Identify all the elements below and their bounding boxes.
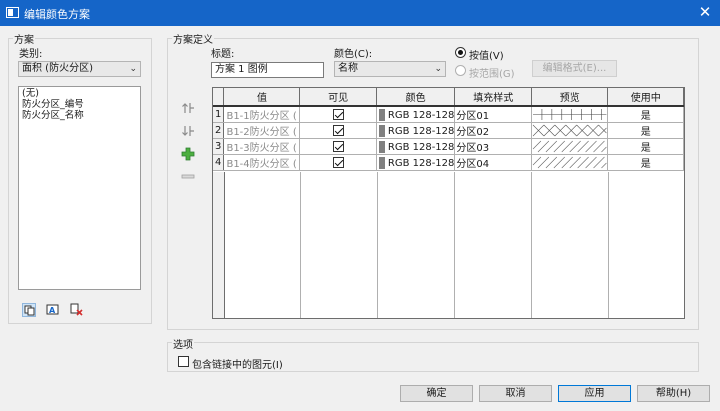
visible-cell (299, 106, 377, 123)
chevron-down-icon: ⌄ (434, 64, 442, 74)
color-cell[interactable]: RGB 128-128 (376, 122, 456, 139)
color-value: RGB 128-128 (387, 141, 455, 153)
window-title: 编辑颜色方案 (24, 8, 90, 21)
column-header-value[interactable]: 值 (223, 88, 301, 107)
row-number[interactable]: 4 (213, 154, 225, 171)
edit-format-button[interactable]: 编辑格式(E)... (532, 60, 617, 77)
preview-cell (531, 154, 609, 171)
scheme-definition-label: 方案定义 (172, 31, 214, 46)
color-cell[interactable]: RGB 128-128 (376, 106, 456, 123)
row-number[interactable]: 3 (213, 138, 225, 155)
row-number[interactable]: 2 (213, 122, 225, 139)
by-range-label[interactable]: 按范围(G) (469, 65, 515, 80)
window-app-icon (6, 7, 19, 18)
column-header-fill-pattern[interactable]: 填充样式 (454, 88, 533, 107)
move-up-icon[interactable] (181, 101, 195, 115)
fill-pattern-cell[interactable]: 分区01 (454, 106, 533, 123)
category-dropdown-value: 面积 (防火分区) (22, 63, 93, 74)
column-header-color[interactable]: 颜色 (376, 88, 456, 107)
visible-cell (299, 154, 377, 171)
visible-cell (299, 138, 377, 155)
preview-diagonal-pattern (532, 140, 607, 153)
in-use-cell: 是 (607, 154, 684, 171)
grid-column-lines (213, 172, 684, 318)
in-use-cell: 是 (607, 122, 684, 139)
color-swatch (378, 140, 385, 153)
column-header-in-use[interactable]: 使用中 (607, 88, 684, 107)
visible-checkbox[interactable] (332, 156, 344, 168)
include-linked-checkbox[interactable] (178, 356, 189, 367)
fill-pattern-cell[interactable]: 分区04 (454, 154, 533, 171)
include-linked-label[interactable]: 包含链接中的图元(I) (192, 356, 283, 371)
rename-scheme-icon[interactable]: A (46, 303, 60, 317)
table-row[interactable]: 1 B1-1防火分区 ( RGB 128-128 分区01 是 (213, 106, 684, 123)
color-value: RGB 128-128 (387, 109, 455, 121)
color-swatch (378, 108, 385, 121)
options-group-label: 选项 (172, 336, 194, 351)
row-number[interactable]: 1 (213, 106, 225, 123)
duplicate-scheme-icon[interactable] (22, 303, 36, 317)
color-swatch (378, 124, 385, 137)
visible-checkbox[interactable] (332, 124, 344, 136)
chevron-down-icon: ⌄ (129, 64, 137, 74)
table-row[interactable]: 3 B1-3防火分区 ( RGB 128-128 分区03 是 (213, 138, 684, 155)
visible-checkbox[interactable] (332, 140, 344, 152)
value-cell[interactable]: B1-3防火分区 ( (223, 138, 301, 155)
scheme-group-label: 方案 (13, 31, 35, 46)
color-value: RGB 128-128 (387, 157, 455, 169)
value-cell[interactable]: B1-2防火分区 ( (223, 122, 301, 139)
visible-checkbox[interactable] (332, 108, 344, 120)
scheme-list[interactable]: (无) 防火分区_编号 防火分区_名称 (18, 86, 141, 290)
preview-grid-pattern (533, 109, 607, 120)
add-value-icon[interactable] (181, 147, 195, 161)
table-header-row: 值 可见 颜色 填充样式 预览 使用中 (213, 88, 684, 107)
svg-text:A: A (49, 306, 56, 315)
apply-button[interactable]: 应用 (558, 385, 631, 402)
column-header-index (213, 88, 225, 107)
cancel-button[interactable]: 取消 (479, 385, 552, 402)
by-range-radio[interactable] (455, 65, 466, 76)
category-label: 类别: (19, 49, 43, 60)
scheme-list-item[interactable]: 防火分区_编号 (19, 99, 140, 110)
color-scheme-table: 值 可见 颜色 填充样式 预览 使用中 1 B1-1防火分区 ( RGB 128… (212, 87, 685, 319)
color-label: 颜色(C): (334, 49, 373, 60)
move-down-icon[interactable] (181, 124, 195, 138)
preview-crosshatch-pattern (532, 124, 607, 137)
in-use-cell: 是 (607, 138, 684, 155)
color-dropdown-value: 名称 (338, 63, 358, 74)
category-dropdown[interactable]: 面积 (防火分区) ⌄ (18, 61, 141, 77)
ok-button[interactable]: 确定 (400, 385, 473, 402)
visible-cell (299, 122, 377, 139)
in-use-cell: 是 (607, 106, 684, 123)
preview-diagonal-pattern (532, 156, 607, 169)
by-value-radio[interactable] (455, 47, 466, 58)
column-header-visible[interactable]: 可见 (299, 88, 377, 107)
color-swatch (378, 156, 385, 169)
preview-cell (531, 122, 609, 139)
value-cell[interactable]: B1-1防火分区 ( (223, 106, 301, 123)
scheme-list-item[interactable]: (无) (19, 88, 140, 99)
column-header-preview[interactable]: 预览 (531, 88, 609, 107)
table-row[interactable]: 2 B1-2防火分区 ( RGB 128-128 分区02 是 (213, 122, 684, 139)
preview-cell (531, 106, 609, 123)
preview-cell (531, 138, 609, 155)
title-input[interactable]: 方案 1 图例 (211, 62, 324, 78)
title-label: 标题: (211, 49, 235, 60)
help-button[interactable]: 帮助(H) (637, 385, 710, 402)
color-dropdown[interactable]: 名称 ⌄ (334, 61, 446, 77)
fill-pattern-cell[interactable]: 分区02 (454, 122, 533, 139)
color-cell[interactable]: RGB 128-128 (376, 154, 456, 171)
table-row[interactable]: 4 B1-4防火分区 ( RGB 128-128 分区04 是 (213, 154, 684, 171)
delete-scheme-icon[interactable] (70, 303, 84, 317)
by-value-label[interactable]: 按值(V) (469, 47, 504, 62)
value-cell[interactable]: B1-4防火分区 ( (223, 154, 301, 171)
color-value: RGB 128-128 (387, 125, 455, 137)
scheme-list-item[interactable]: 防火分区_名称 (19, 110, 140, 121)
close-icon[interactable]: ✕ (698, 3, 712, 21)
title-bar: 编辑颜色方案 ✕ (0, 0, 720, 26)
remove-value-icon[interactable] (181, 170, 195, 184)
fill-pattern-cell[interactable]: 分区03 (454, 138, 533, 155)
color-cell[interactable]: RGB 128-128 (376, 138, 456, 155)
